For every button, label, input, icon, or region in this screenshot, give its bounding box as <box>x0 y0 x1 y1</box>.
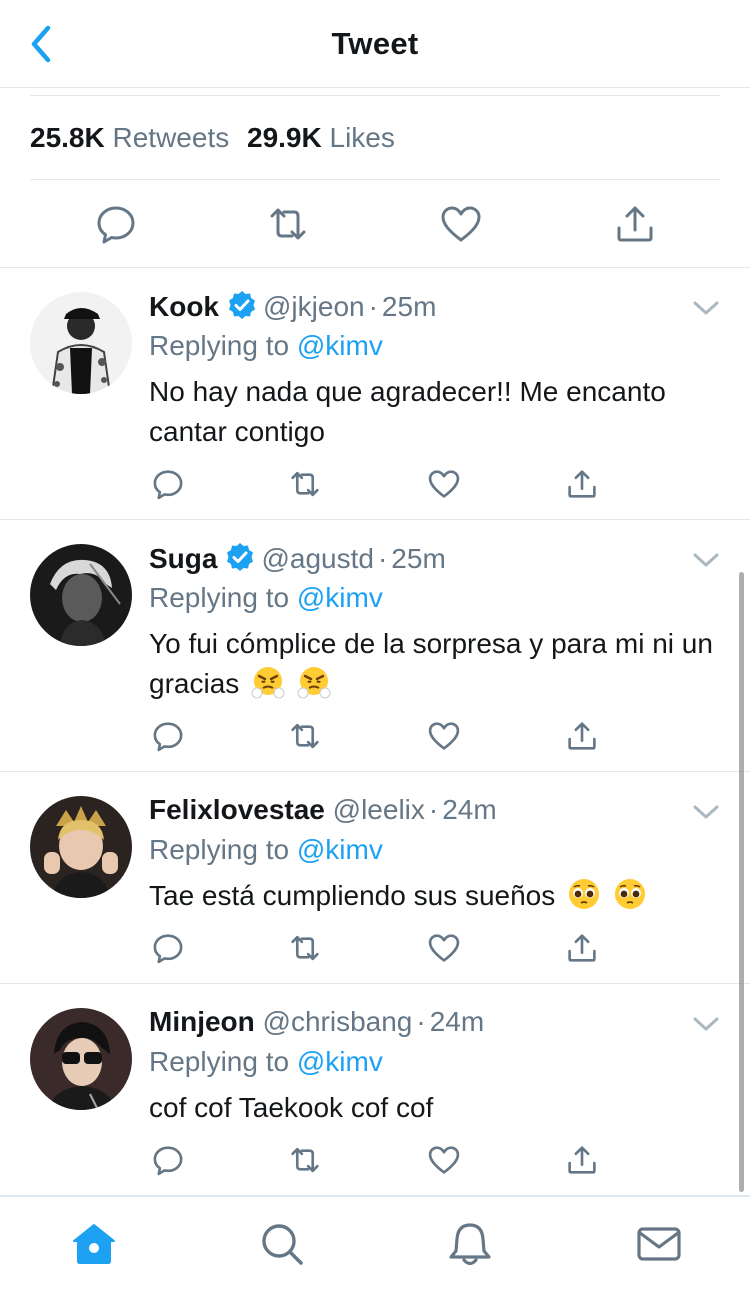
handle[interactable]: @jkjeon <box>263 291 365 322</box>
share-icon[interactable] <box>565 1143 599 1177</box>
heart-icon[interactable] <box>427 719 461 753</box>
chevron-down-icon[interactable] <box>692 1014 720 1034</box>
timestamp[interactable]: 24m <box>430 1006 484 1037</box>
share-icon[interactable] <box>565 467 599 501</box>
avatar[interactable] <box>30 1008 132 1110</box>
replying-prefix: Replying to <box>149 834 290 865</box>
timestamp[interactable]: 25m <box>382 291 436 322</box>
likes-count[interactable]: 29.9K <box>247 122 322 153</box>
share-icon[interactable] <box>613 202 657 246</box>
display-name[interactable]: Kook <box>149 291 219 322</box>
mention-link[interactable]: @kimv <box>297 1046 383 1077</box>
replying-to: Replying to @kimv <box>149 834 383 866</box>
chevron-down-icon[interactable] <box>692 550 720 570</box>
home-icon[interactable] <box>71 1221 117 1267</box>
heart-icon[interactable] <box>427 931 461 965</box>
reply-tweet[interactable]: Felixlovestae @leelix · 24m Replying to @k… <box>0 772 750 984</box>
handle[interactable]: @chrisbang <box>263 1006 413 1037</box>
display-name[interactable]: Suga <box>149 543 217 574</box>
replying-prefix: Replying to <box>149 1046 290 1077</box>
separator-dot: · <box>377 543 388 574</box>
retweets-label[interactable]: Retweets <box>113 122 230 153</box>
mention-link[interactable]: @kimv <box>297 834 383 865</box>
mention-link[interactable]: @kimv <box>297 330 383 361</box>
reply-icon[interactable] <box>151 719 185 753</box>
chevron-down-icon[interactable] <box>692 802 720 822</box>
chevron-down-icon[interactable] <box>692 298 720 318</box>
main-tweet-actions <box>0 180 750 268</box>
verified-badge-icon <box>229 291 255 319</box>
retweet-icon[interactable] <box>288 467 322 501</box>
retweet-icon[interactable] <box>266 202 310 246</box>
separator-dot: · <box>416 1006 426 1037</box>
huffing-face-emoji-icon <box>251 667 285 699</box>
retweet-icon[interactable] <box>288 1143 322 1177</box>
heart-icon[interactable] <box>427 1143 461 1177</box>
tweet-stats: 25.8K Retweets 29.9K Likes <box>30 122 405 154</box>
reply-actions <box>0 931 750 971</box>
mail-icon[interactable] <box>636 1221 682 1267</box>
replying-prefix: Replying to <box>149 582 290 613</box>
display-name[interactable]: Felixlovestae <box>149 794 325 825</box>
retweet-icon[interactable] <box>288 719 322 753</box>
share-icon[interactable] <box>565 719 599 753</box>
heart-icon[interactable] <box>439 202 483 246</box>
avatar[interactable] <box>30 796 132 898</box>
reply-actions <box>0 467 750 507</box>
timestamp[interactable]: 24m <box>442 794 496 825</box>
reply-header: Kook @jkjeon · 25m <box>149 290 436 323</box>
replying-to: Replying to @kimv <box>149 330 383 362</box>
separator-dot: · <box>428 794 439 825</box>
search-icon[interactable] <box>259 1221 305 1267</box>
retweet-icon[interactable] <box>288 931 322 965</box>
separator-dot: · <box>368 291 378 322</box>
likes-label[interactable]: Likes <box>330 122 395 153</box>
pleading-face-emoji-icon <box>614 879 645 909</box>
handle[interactable]: @agustd <box>261 543 374 574</box>
scrollbar[interactable] <box>739 572 744 1192</box>
reply-text-body: Tae está cumpliendo sus sueños <box>149 880 556 911</box>
pleading-face-emoji-icon <box>569 879 600 909</box>
huffing-face-emoji-icon <box>297 667 331 699</box>
timestamp[interactable]: 25m <box>391 543 445 574</box>
reply-text: Tae está cumpliendo sus sueños <box>149 876 724 916</box>
replying-prefix: Replying to <box>149 330 290 361</box>
reply-actions <box>0 1143 750 1183</box>
bell-icon[interactable] <box>447 1221 493 1267</box>
mention-link[interactable]: @kimv <box>297 582 383 613</box>
reply-text-body: Yo fui cómplice de la sorpresa y para mi… <box>149 628 713 699</box>
reply-tweet[interactable]: Minjeon @chrisbang · 24m Replying to @kimv… <box>0 984 750 1196</box>
reply-tweet[interactable]: Suga @agustd · 25m Replying to @kimv Yo fui… <box>0 520 750 772</box>
reply-icon[interactable] <box>151 931 185 965</box>
reply-header: Felixlovestae @leelix · 24m <box>149 794 497 826</box>
share-icon[interactable] <box>565 931 599 965</box>
display-name[interactable]: Minjeon <box>149 1006 255 1037</box>
heart-icon[interactable] <box>427 467 461 501</box>
avatar[interactable] <box>30 292 132 394</box>
page-title: Tweet <box>331 26 419 61</box>
reply-header: Minjeon @chrisbang · 24m <box>149 1006 484 1038</box>
reply-tweet[interactable]: Kook @jkjeon · 25m Replying to @kimv No hay… <box>0 268 750 520</box>
reply-icon[interactable] <box>151 467 185 501</box>
header-bar: Tweet <box>0 0 750 88</box>
reply-header: Suga @agustd · 25m <box>149 542 446 575</box>
bottom-tab-bar <box>0 1196 750 1294</box>
reply-actions <box>0 719 750 759</box>
avatar[interactable] <box>30 544 132 646</box>
replying-to: Replying to @kimv <box>149 1046 383 1078</box>
retweets-count[interactable]: 25.8K <box>30 122 105 153</box>
reply-text: cof cof Taekook cof cof <box>149 1092 434 1123</box>
reply-text: No hay nada que agradecer!! Me encanto c… <box>149 376 666 447</box>
reply-icon[interactable] <box>151 1143 185 1177</box>
reply-icon[interactable] <box>94 202 138 246</box>
handle[interactable]: @leelix <box>333 794 425 825</box>
replying-to: Replying to @kimv <box>149 582 383 614</box>
divider <box>30 95 720 96</box>
reply-text: Yo fui cómplice de la sorpresa y para mi… <box>149 624 724 704</box>
verified-badge-icon <box>227 543 254 571</box>
